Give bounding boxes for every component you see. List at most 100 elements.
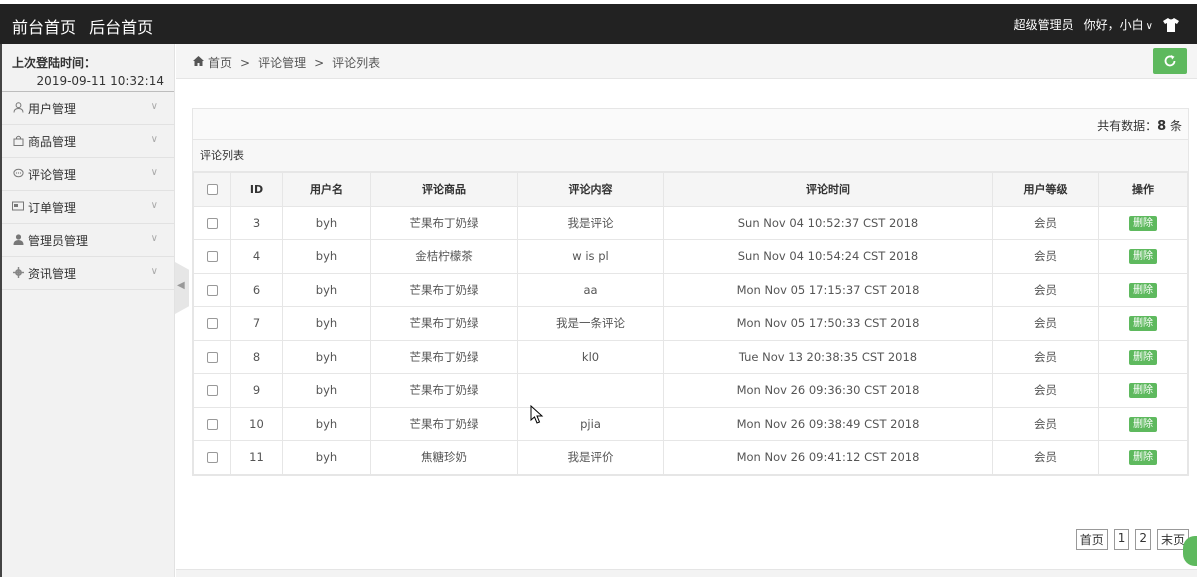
brand-links: 前台首页 后台首页 bbox=[12, 14, 161, 38]
sidebar-item-users[interactable]: 用户管理 ∨ bbox=[2, 92, 174, 125]
cell-username: byh bbox=[282, 373, 371, 408]
delete-button[interactable]: 删除 bbox=[1129, 249, 1157, 265]
sidebar: 上次登陆时间： 2019-09-11 10:32:14 用户管理 ∨ 商品管理 … bbox=[0, 44, 175, 577]
row-checkbox[interactable] bbox=[206, 318, 218, 330]
row-select-cell bbox=[193, 406, 231, 441]
row-select-cell bbox=[193, 239, 231, 274]
comment-table: ID 用户名 评论商品 评论内容 评论时间 用户等级 操作 3 byh 芒果布丁奶绿… bbox=[193, 172, 1188, 475]
cell-action: 删除 bbox=[1098, 306, 1188, 341]
cell-username: byh bbox=[282, 272, 371, 307]
cell-time: Sun Nov 04 10:52:37 CST 2018 bbox=[663, 205, 993, 240]
sidebar-item-comments[interactable]: 评论管理 ∨ bbox=[2, 158, 174, 191]
back-home-link[interactable]: 后台首页 bbox=[89, 18, 153, 37]
total-count: 共有数据：8 条 bbox=[1097, 117, 1182, 134]
floating-action-button[interactable] bbox=[1183, 536, 1197, 566]
select-all-cell bbox=[193, 172, 231, 207]
row-select-cell bbox=[193, 205, 231, 240]
cell-product: 芒果布丁奶绿 bbox=[370, 306, 518, 341]
table-row: 11 byh 焦糖珍奶 我是评价 Mon Nov 26 09:41:12 CST 201… bbox=[193, 440, 1188, 475]
user-menu-toggle[interactable]: 你好，小白 ∨ bbox=[1084, 16, 1153, 33]
breadcrumb: 首页 > 评论管理 > 评论列表 bbox=[193, 54, 380, 71]
front-home-link[interactable]: 前台首页 bbox=[12, 18, 76, 37]
chevron-down-icon: ∨ bbox=[150, 101, 158, 112]
delete-button[interactable]: 删除 bbox=[1129, 383, 1157, 399]
refresh-button[interactable] bbox=[1153, 48, 1187, 74]
sidebar-item-admins[interactable]: 管理员管理 ∨ bbox=[2, 224, 174, 257]
cell-time: Mon Nov 05 17:50:33 CST 2018 bbox=[663, 306, 993, 341]
row-checkbox[interactable] bbox=[206, 452, 218, 464]
delete-button[interactable]: 删除 bbox=[1129, 316, 1157, 332]
home-icon bbox=[193, 56, 204, 69]
delete-button[interactable]: 删除 bbox=[1129, 215, 1157, 231]
cell-content: 我是一条评论 bbox=[517, 306, 664, 341]
cell-id: 11 bbox=[230, 440, 283, 475]
total-label: 共有数据： bbox=[1097, 119, 1158, 133]
cell-content: 我是评价 bbox=[517, 440, 664, 475]
page-1[interactable]: 1 bbox=[1113, 529, 1130, 550]
cell-username: byh bbox=[282, 440, 371, 475]
comment-list-panel: 共有数据：8 条 评论列表 ID 用户名 评论商品 评论内容 评论时间 用户等级… bbox=[192, 108, 1189, 476]
cell-content: aa bbox=[517, 272, 664, 307]
user-area: 超级管理员 你好，小白 ∨ bbox=[1014, 16, 1179, 33]
header-username: 用户名 bbox=[282, 172, 371, 207]
cell-product: 芒果布丁奶绿 bbox=[370, 373, 518, 408]
sidebar-item-label: 商品管理 bbox=[28, 134, 77, 149]
sidebar-collapse-toggle[interactable]: ◀ bbox=[175, 262, 189, 314]
cell-product: 芒果布丁奶绿 bbox=[370, 272, 518, 307]
cell-id: 8 bbox=[230, 339, 283, 374]
table-caption: 评论列表 bbox=[193, 140, 1188, 172]
sidebar-item-orders[interactable]: 订单管理 ∨ bbox=[2, 191, 174, 224]
delete-button[interactable]: 删除 bbox=[1129, 416, 1157, 432]
cell-action: 删除 bbox=[1098, 205, 1188, 240]
cell-level: 会员 bbox=[992, 406, 1099, 441]
row-checkbox[interactable] bbox=[206, 284, 218, 296]
bag-icon bbox=[12, 135, 24, 147]
row-checkbox[interactable] bbox=[206, 418, 218, 430]
select-all-checkbox[interactable] bbox=[206, 184, 218, 196]
header-level: 用户等级 bbox=[992, 172, 1099, 207]
last-login-value: 2019-09-11 10:32:14 bbox=[36, 74, 164, 88]
chevron-down-icon: ∨ bbox=[150, 233, 158, 244]
cell-id: 4 bbox=[230, 239, 283, 274]
pagination: 首页 1 2 末页 bbox=[1075, 529, 1189, 550]
header-action: 操作 bbox=[1098, 172, 1188, 207]
cell-product: 芒果布丁奶绿 bbox=[370, 205, 518, 240]
breadcrumb-bar: 首页 > 评论管理 > 评论列表 bbox=[176, 44, 1197, 79]
cell-content: kl0 bbox=[517, 339, 664, 374]
last-login-box: 上次登陆时间： 2019-09-11 10:32:14 bbox=[2, 44, 174, 92]
cell-level: 会员 bbox=[992, 339, 1099, 374]
chevron-down-icon: ∨ bbox=[150, 200, 158, 211]
breadcrumb-page: 评论列表 bbox=[332, 56, 381, 70]
breadcrumb-section[interactable]: 评论管理 bbox=[258, 54, 306, 71]
sidebar-item-label: 订单管理 bbox=[28, 200, 77, 215]
skin-shirt-icon[interactable] bbox=[1163, 17, 1179, 32]
row-checkbox[interactable] bbox=[206, 251, 218, 263]
user-greeting: 你好，小白 bbox=[1083, 18, 1144, 32]
cell-action: 删除 bbox=[1098, 239, 1188, 274]
total-unit: 条 bbox=[1169, 119, 1182, 133]
bottom-toolbar bbox=[176, 569, 1197, 577]
chevron-down-icon: ∨ bbox=[1145, 21, 1153, 32]
sidebar-item-news[interactable]: 资讯管理 ∨ bbox=[2, 257, 174, 290]
row-checkbox[interactable] bbox=[206, 385, 218, 397]
cell-username: byh bbox=[282, 306, 371, 341]
row-checkbox[interactable] bbox=[206, 351, 218, 363]
delete-button[interactable]: 删除 bbox=[1129, 349, 1157, 365]
breadcrumb-separator: > bbox=[314, 55, 325, 70]
breadcrumb-home[interactable]: 首页 bbox=[208, 54, 232, 71]
delete-button[interactable]: 删除 bbox=[1129, 450, 1157, 466]
admin-icon bbox=[12, 234, 24, 246]
cell-time: Mon Nov 26 09:38:49 CST 2018 bbox=[663, 406, 993, 441]
row-select-cell bbox=[193, 272, 231, 307]
page-2[interactable]: 2 bbox=[1135, 529, 1151, 550]
page-first[interactable]: 首页 bbox=[1075, 529, 1108, 550]
row-checkbox[interactable] bbox=[206, 217, 218, 229]
sidebar-item-label: 资讯管理 bbox=[28, 266, 77, 281]
refresh-icon bbox=[1164, 55, 1176, 67]
sidebar-item-products[interactable]: 商品管理 ∨ bbox=[2, 125, 174, 158]
cell-username: byh bbox=[282, 205, 371, 240]
cell-time: Sun Nov 04 10:54:24 CST 2018 bbox=[663, 239, 993, 274]
cell-level: 会员 bbox=[992, 239, 1099, 274]
delete-button[interactable]: 删除 bbox=[1129, 282, 1157, 298]
cell-content: w is pl bbox=[517, 239, 664, 274]
